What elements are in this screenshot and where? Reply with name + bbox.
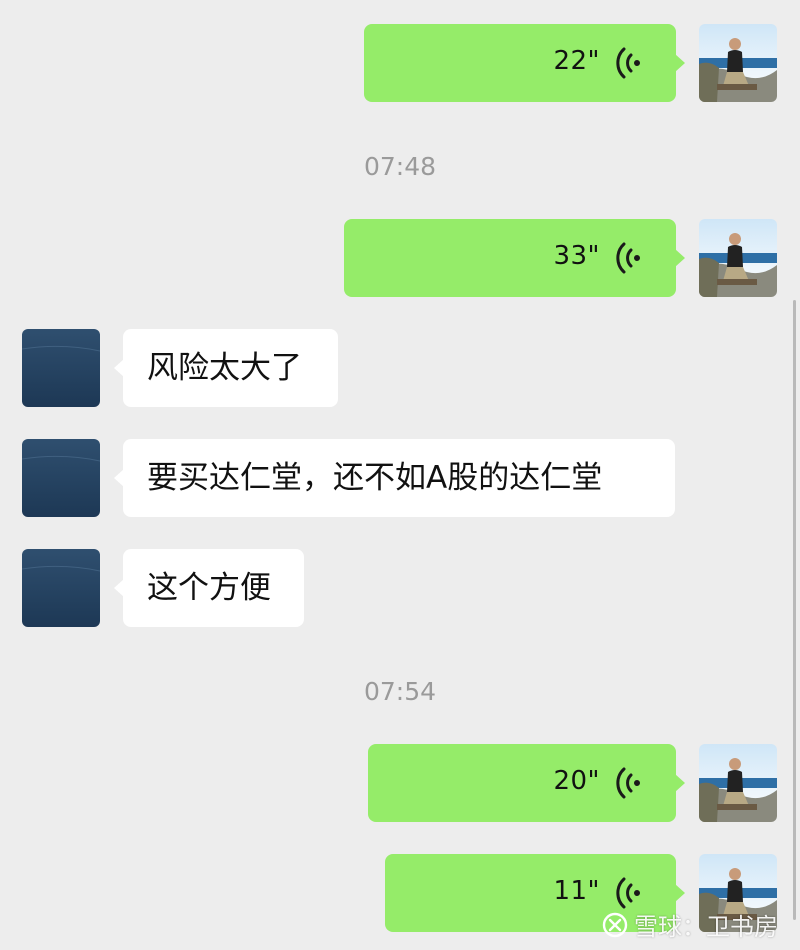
contact-avatar[interactable] [22,549,100,627]
self-avatar-photo [699,24,777,102]
chat-scrollbar[interactable] [793,300,796,920]
timestamp: 07:54 [363,677,437,706]
self-avatar[interactable] [699,744,777,822]
voice-message-bubble[interactable]: 22" [364,24,685,102]
contact-avatar[interactable] [22,439,100,517]
text-message-bubble[interactable]: 风险太大了 [114,329,338,407]
self-avatar[interactable] [699,24,777,102]
contact-avatar-photo [22,329,100,407]
contact-avatar-photo [22,549,100,627]
self-avatar-photo [699,744,777,822]
voice-wave-icon [616,877,640,909]
watermark: 雪球：卫书房 [602,907,778,942]
voice-duration: 33" [553,241,600,271]
contact-avatar-photo [22,439,100,517]
message-text: 风险太大了 [147,350,302,386]
watermark-text: 雪球：卫书房 [634,913,778,941]
voice-duration: 22" [553,46,600,76]
voice-wave-icon [616,242,640,274]
voice-wave-icon [616,767,640,799]
text-message-bubble[interactable]: 这个方便 [114,549,304,627]
timestamp: 07:48 [363,152,437,181]
message-text: 要买达仁堂，还不如A股的达仁堂 [147,460,603,496]
snowball-logo-icon [602,912,628,937]
voice-duration: 20" [553,766,600,796]
contact-avatar[interactable] [22,329,100,407]
voice-message-bubble[interactable]: 20" [368,744,685,822]
message-text: 这个方便 [147,570,271,606]
voice-duration: 11" [553,876,600,906]
voice-message-bubble[interactable]: 33" [344,219,685,297]
self-avatar-photo [699,219,777,297]
voice-wave-icon [616,47,640,79]
self-avatar[interactable] [699,219,777,297]
text-message-bubble[interactable]: 要买达仁堂，还不如A股的达仁堂 [114,439,675,517]
